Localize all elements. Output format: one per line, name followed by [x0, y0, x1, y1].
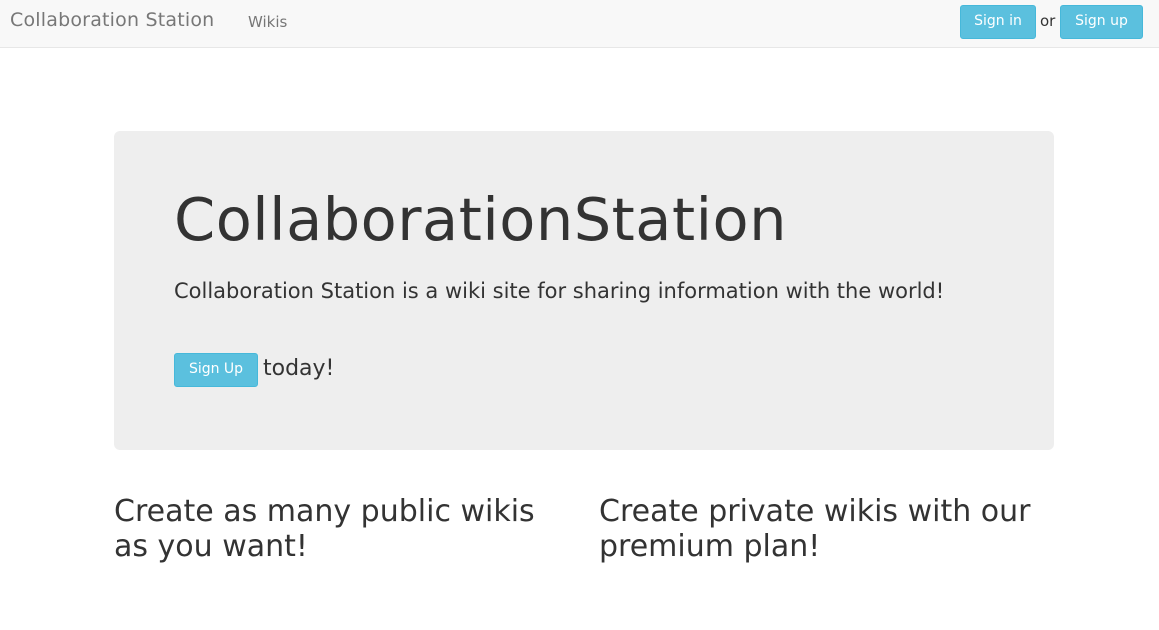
- jumbotron-title: CollaborationStation: [174, 185, 787, 254]
- feature-heading-public: Create as many public wikis as you want!: [114, 494, 535, 564]
- cta-suffix-text: today!: [263, 356, 335, 381]
- navbar: Collaboration Station Wikis Sign in or S…: [0, 0, 1159, 48]
- jumbotron-lead: Collaboration Station is a wiki site for…: [174, 279, 945, 303]
- feature-heading-private: Create private wikis with our premium pl…: [599, 494, 1031, 564]
- brand-link[interactable]: Collaboration Station: [10, 9, 214, 31]
- or-separator-text: or: [1040, 12, 1056, 30]
- cta-sign-up-button[interactable]: Sign Up: [174, 353, 258, 387]
- jumbotron: CollaborationStation Collaboration Stati…: [114, 131, 1054, 450]
- sign-up-button[interactable]: Sign up: [1060, 5, 1143, 39]
- nav-link-wikis[interactable]: Wikis: [248, 13, 287, 31]
- sign-in-button[interactable]: Sign in: [960, 5, 1036, 39]
